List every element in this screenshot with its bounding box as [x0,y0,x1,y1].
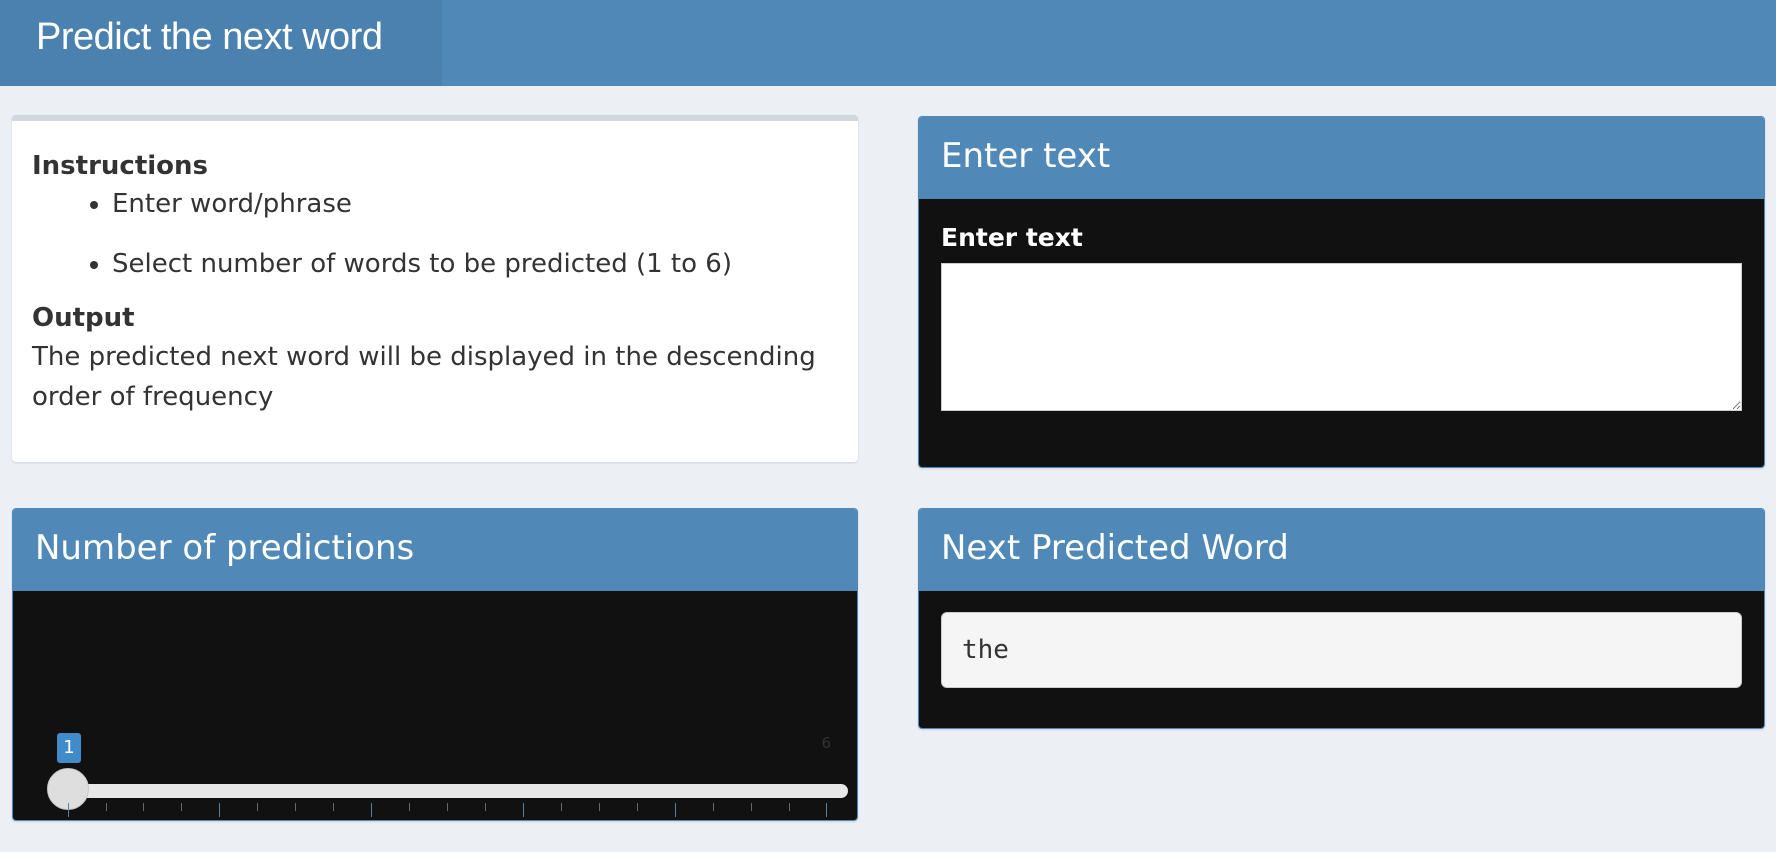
slider-track[interactable] [56,784,848,798]
slider-minor-tick [599,803,600,811]
next-predicted-word-box: Next Predicted Word the [918,508,1765,729]
next-predicted-word-title: Next Predicted Word [919,509,1764,591]
top-navbar: Predict the next word [0,0,1776,86]
slider-minor-tick [561,803,562,811]
slider-minor-tick [485,803,486,811]
slider-major-tick [219,803,220,817]
slider-major-tick [68,803,69,817]
enter-text-box: Enter text Enter text [918,116,1765,468]
slider-minor-tick [447,803,448,811]
slider-major-tick [523,803,524,817]
predicted-word-output: the [941,612,1742,688]
enter-text-box-title: Enter text [919,117,1764,199]
output-heading: Output [32,303,135,333]
slider-minor-tick [751,803,752,811]
instruction-item: Enter word/phrase [112,185,838,223]
instructions-box: Instructions Enter word/phrase Select nu… [12,115,858,462]
slider-major-tick [371,803,372,817]
prediction-count-slider[interactable]: 1 6 1 2 3 4 5 6 [13,591,857,820]
app-title: Predict the next word [0,0,442,86]
enter-text-input[interactable] [941,263,1742,411]
number-of-predictions-title: Number of predictions [13,509,857,591]
slider-minor-tick [713,803,714,811]
instructions-heading: Instructions [32,151,209,181]
instruction-item: Select number of words to be predicted (… [112,245,838,283]
slider-minor-tick [295,803,296,811]
slider-major-tick [826,803,827,817]
slider-minor-tick [143,803,144,811]
slider-minor-tick [789,803,790,811]
slider-minor-tick [181,803,182,811]
slider-minor-tick [257,803,258,811]
number-of-predictions-box: Number of predictions 1 6 1 2 3 4 5 [12,508,858,821]
slider-minor-tick [106,803,107,811]
slider-minor-tick [637,803,638,811]
slider-minor-tick [333,803,334,811]
slider-max-label: 6 [821,734,831,752]
instructions-list: Enter word/phrase Select number of words… [32,185,838,283]
slider-current-value: 1 [57,733,81,763]
output-description: The predicted next word will be displaye… [32,342,816,412]
slider-minor-tick [409,803,410,811]
enter-text-label: Enter text [941,223,1083,252]
slider-major-tick [675,803,676,817]
